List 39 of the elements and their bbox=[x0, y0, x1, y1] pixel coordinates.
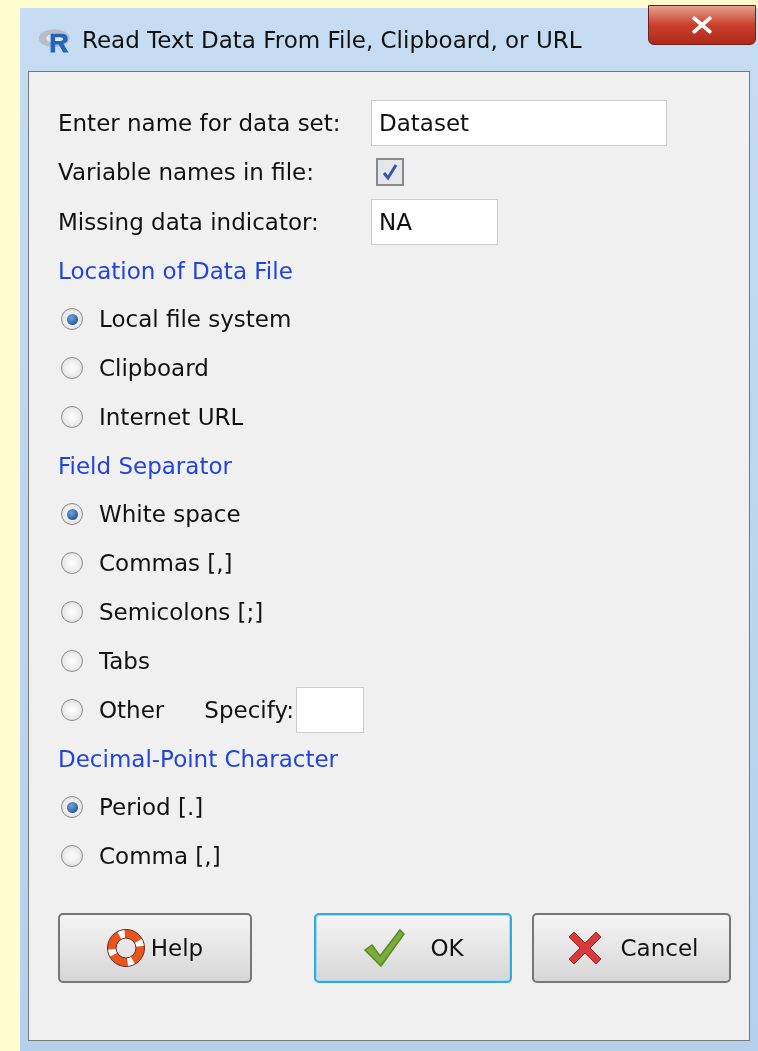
radio-button[interactable] bbox=[61, 357, 83, 379]
radio-button[interactable] bbox=[61, 601, 83, 623]
radio-label: White space bbox=[99, 501, 241, 527]
checkbox[interactable] bbox=[376, 158, 404, 187]
close-button[interactable] bbox=[648, 5, 756, 45]
radio-button[interactable] bbox=[61, 308, 83, 330]
specify-field[interactable] bbox=[296, 687, 365, 733]
radio-label: Comma [,] bbox=[99, 843, 221, 869]
radio-label: Semicolons [;] bbox=[99, 599, 264, 625]
field-label: Variable names in file: bbox=[58, 159, 315, 186]
section-heading: Location of Data File bbox=[58, 256, 294, 286]
text-field[interactable]: NA bbox=[371, 198, 498, 245]
radio-label: Clipboard bbox=[99, 355, 209, 381]
specify-label: Specify: bbox=[204, 697, 295, 723]
radio-label: Local file system bbox=[99, 306, 292, 332]
radio-button[interactable] bbox=[61, 552, 83, 574]
window-title: Read Text Data From File, Clipboard, or URL bbox=[82, 26, 582, 53]
lifebuoy-icon bbox=[106, 928, 145, 967]
radio-button[interactable] bbox=[61, 650, 83, 672]
field-label: Missing data indicator: bbox=[58, 208, 320, 235]
section-heading: Field Separator bbox=[58, 451, 233, 481]
checkmark-icon bbox=[380, 162, 400, 183]
ok-button[interactable]: OK bbox=[314, 912, 512, 983]
radio-label: Period [.] bbox=[99, 794, 204, 820]
radio-label: Tabs bbox=[99, 648, 150, 674]
radio-label: Commas [,] bbox=[99, 550, 233, 576]
text-field[interactable]: Dataset bbox=[371, 99, 667, 146]
help-button[interactable]: Help bbox=[58, 912, 252, 983]
close-icon bbox=[691, 16, 713, 34]
radio-label: Other bbox=[99, 697, 165, 723]
radio-button[interactable] bbox=[61, 796, 83, 818]
cancel-button[interactable]: Cancel bbox=[532, 912, 731, 983]
section-heading: Decimal-Point Character bbox=[58, 744, 340, 774]
field-label: Enter name for data set: bbox=[58, 109, 342, 136]
radio-button[interactable] bbox=[61, 503, 83, 525]
radio-button[interactable] bbox=[61, 699, 83, 721]
radio-label: Internet URL bbox=[99, 404, 244, 430]
radio-button[interactable] bbox=[61, 406, 83, 428]
radio-button[interactable] bbox=[61, 845, 83, 867]
